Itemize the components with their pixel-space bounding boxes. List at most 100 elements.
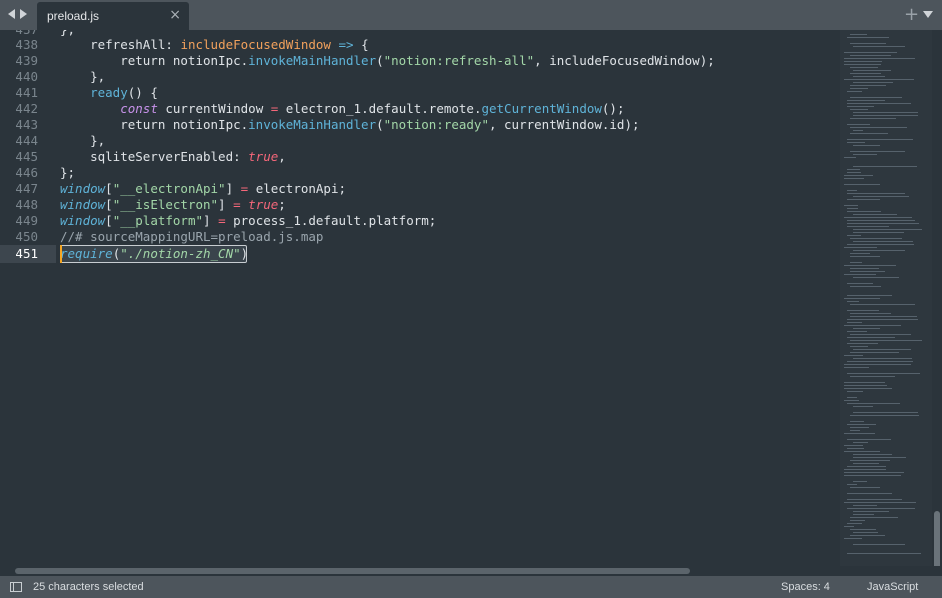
- minimap-line: [844, 247, 877, 248]
- minimap-line: [850, 127, 907, 128]
- code-line: refreshAll: includeFocusedWindow => {: [90, 37, 369, 52]
- minimap-line: [847, 448, 864, 449]
- close-icon[interactable]: ×: [169, 7, 181, 23]
- minimap-line: [844, 475, 901, 476]
- minimap-line: [844, 472, 904, 473]
- code-line: window["__electronApi"] = electronApi;: [60, 181, 347, 196]
- code-line: },: [60, 133, 106, 148]
- line-number: 438: [15, 37, 38, 52]
- minimap-line: [844, 364, 911, 365]
- minimap-line: [850, 118, 896, 119]
- minimap-line: [844, 388, 892, 389]
- tab-list-dropdown-icon[interactable]: [923, 11, 933, 18]
- tab-preload-js[interactable]: preload.js ×: [37, 2, 189, 30]
- minimap-line: [853, 505, 877, 506]
- minimap-line: [853, 232, 904, 233]
- minimap-line: [847, 124, 870, 125]
- minimap-line: [847, 223, 919, 224]
- minimap-line: [847, 100, 885, 101]
- minimap-line: [847, 172, 861, 173]
- minimap-line: [850, 88, 868, 89]
- minimap-line: [847, 424, 876, 425]
- minimap-line: [844, 184, 880, 185]
- horizontal-scrollbar-thumb[interactable]: [15, 568, 690, 574]
- code-editor[interactable]: 437 }, 438 refreshAll: includeFocusedWin…: [0, 30, 838, 570]
- minimap-line: [847, 103, 911, 104]
- minimap-line: [847, 37, 889, 38]
- minimap-line: [847, 295, 892, 296]
- token: includeFocusedWindow: [180, 37, 331, 52]
- minimap-line: [847, 391, 863, 392]
- vertical-scrollbar[interactable]: [932, 30, 942, 571]
- minimap-line: [850, 268, 879, 269]
- minimap-line: [853, 214, 897, 215]
- syntax-selector[interactable]: JavaScript: [867, 581, 918, 593]
- minimap-line: [853, 82, 893, 83]
- minimap-line: [847, 139, 913, 140]
- minimap-line: [850, 352, 899, 353]
- line-number: 448: [15, 197, 38, 212]
- previous-tab-arrow-icon[interactable]: [8, 9, 15, 19]
- minimap-line: [850, 151, 905, 152]
- minimap-line: [850, 73, 881, 74]
- minimap-line: [844, 175, 873, 176]
- minimap-line: [850, 460, 890, 461]
- minimap-line: [847, 142, 865, 143]
- minimap-line: [850, 256, 880, 257]
- line-number: 449: [15, 213, 38, 228]
- minimap-line: [853, 412, 918, 413]
- minimap-line: [847, 211, 881, 212]
- minimap-line: [844, 538, 862, 539]
- code-line: return notionIpc.invokeMainHandler("noti…: [60, 53, 715, 68]
- minimap-line: [850, 67, 878, 68]
- minimap-line: [850, 487, 880, 488]
- minimap-line: [853, 166, 917, 167]
- minimap-line: [844, 217, 912, 218]
- minimap-line: [850, 340, 922, 341]
- minimap-line: [844, 502, 916, 503]
- minimap-line: [850, 376, 895, 377]
- code-line: sqliteServerEnabled: true,: [60, 149, 286, 164]
- code-line-selected[interactable]: require("./notion-zh_CN"): [60, 246, 248, 262]
- minimap-line: [853, 154, 877, 155]
- code-line-comment: //# sourceMappingURL=preload.js.map: [60, 229, 324, 244]
- minimap-line: [853, 115, 918, 116]
- minimap-line: [853, 46, 905, 47]
- line-number: 445: [15, 149, 38, 164]
- minimap-line: [844, 61, 882, 62]
- minimap-line: [850, 346, 868, 347]
- minimap-line: [847, 397, 857, 398]
- indentation-selector[interactable]: Spaces: 4: [781, 581, 830, 593]
- code-line: const currentWindow = electron_1.default…: [120, 101, 625, 116]
- minimap-line: [847, 244, 914, 245]
- minimap-line: [853, 463, 879, 464]
- minimap-line: [850, 238, 902, 239]
- horizontal-scrollbar[interactable]: [0, 566, 942, 576]
- minimap-line: [853, 514, 874, 515]
- vertical-scrollbar-thumb[interactable]: [934, 511, 940, 571]
- line-number: 440: [15, 69, 38, 84]
- minimap-line: [850, 262, 862, 263]
- minimap-line: [847, 523, 862, 524]
- minimap-line: [844, 265, 896, 266]
- minimap-line: [850, 427, 869, 428]
- minimap-line: [847, 220, 915, 221]
- minimap-line: [853, 277, 899, 278]
- code-line: ready() {: [90, 85, 158, 100]
- minimap-line: [844, 298, 880, 299]
- minimap-line: [847, 361, 913, 362]
- minimap[interactable]: [840, 30, 932, 570]
- new-tab-plus-icon[interactable]: +: [904, 4, 919, 25]
- minimap-line: [847, 343, 878, 344]
- panel-toggle-icon[interactable]: [10, 582, 22, 592]
- minimap-line: [850, 133, 888, 134]
- minimap-line: [853, 250, 905, 251]
- minimap-line: [844, 382, 885, 383]
- minimap-line: [847, 337, 895, 338]
- minimap-line: [850, 517, 898, 518]
- next-tab-arrow-icon[interactable]: [20, 9, 27, 19]
- minimap-line: [844, 52, 897, 53]
- selection-status: 25 characters selected: [33, 581, 144, 593]
- minimap-line: [847, 235, 861, 236]
- minimap-line: [853, 112, 918, 113]
